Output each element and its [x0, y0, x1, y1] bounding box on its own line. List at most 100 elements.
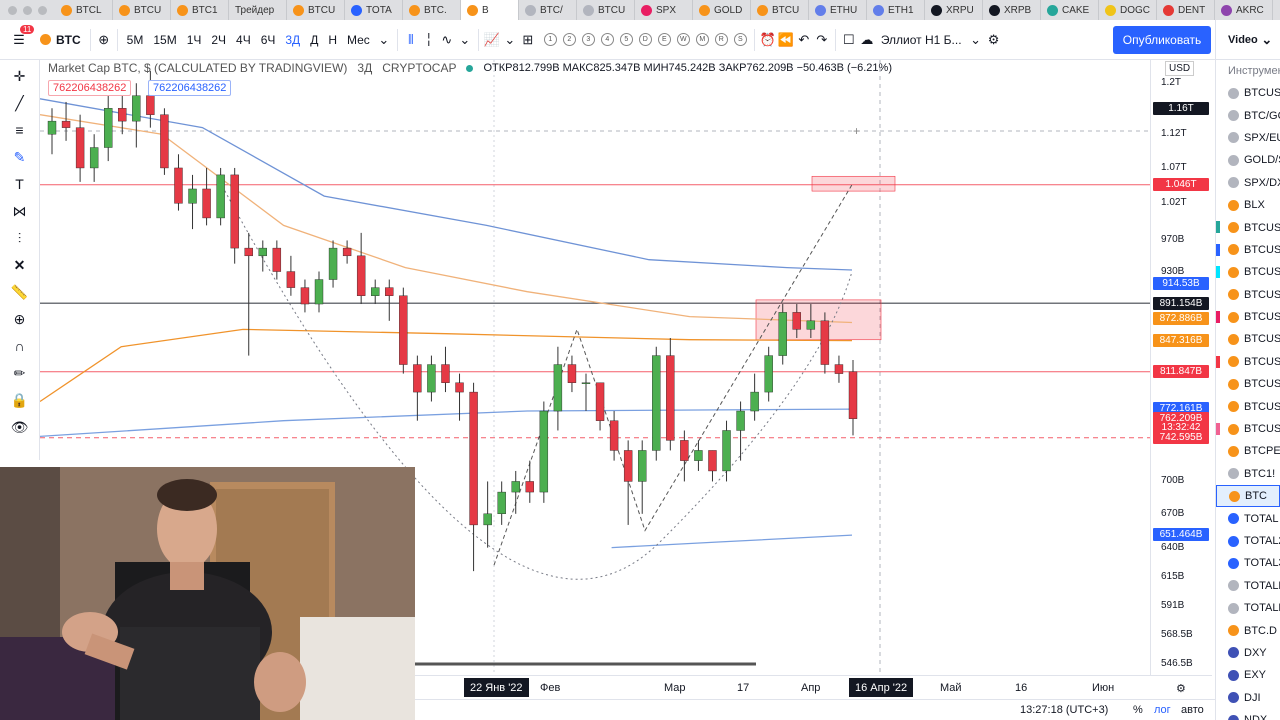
candle[interactable]	[623, 440, 633, 525]
browser-tab[interactable]: BTC.	[403, 0, 461, 20]
hotkey-circle-button[interactable]: S	[733, 33, 747, 46]
close-window-icon[interactable]	[8, 5, 17, 15]
browser-tab[interactable]: GOLD	[693, 0, 751, 20]
browser-tab[interactable]: BTCU	[287, 0, 345, 20]
watchlist-item[interactable]: BTC/GO	[1216, 104, 1280, 126]
browser-tab[interactable]: CAKE	[1041, 0, 1099, 20]
hotkey-circle-button[interactable]: E	[657, 33, 671, 46]
interval-button[interactable]: 2Ч	[206, 33, 231, 47]
flag-icon[interactable]	[1216, 243, 1220, 256]
candle[interactable]	[595, 382, 605, 431]
eye-icon[interactable]: 👁	[9, 417, 31, 437]
candle[interactable]	[216, 167, 225, 226]
candle[interactable]	[666, 338, 675, 451]
undo-icon[interactable]: ↶	[795, 31, 813, 49]
candle[interactable]	[272, 240, 282, 280]
layout-square-icon[interactable]: ☐	[840, 31, 858, 49]
interval-button[interactable]: Н	[323, 33, 342, 47]
price-label[interactable]: 847.316B	[1153, 333, 1209, 347]
menu-icon[interactable]: ☰ 11	[10, 24, 35, 49]
watchlist-item[interactable]: TOTAL3	[1216, 552, 1280, 574]
brush-icon[interactable]: ✎	[9, 147, 31, 167]
lock-icon[interactable]: 🔒	[9, 390, 31, 410]
interval-button[interactable]: 4Ч	[231, 33, 256, 47]
candle[interactable]	[469, 382, 478, 572]
candle[interactable]	[497, 481, 506, 525]
candle[interactable]	[539, 401, 549, 503]
candle[interactable]	[778, 304, 787, 365]
hotkey-circle-button[interactable]: 5	[619, 33, 633, 46]
watchlist-item[interactable]: SPX/EU	[1216, 127, 1280, 149]
replay-icon[interactable]: ⏪	[777, 31, 795, 49]
hotkey-circle-button[interactable]: 1	[543, 33, 557, 46]
candle[interactable]	[834, 355, 844, 383]
redo-icon[interactable]: ↷	[813, 31, 831, 49]
interval-button[interactable]: 6Ч	[256, 33, 281, 47]
watchlist-title[interactable]: Video	[1228, 34, 1258, 46]
watchlist-item[interactable]: NDX	[1216, 709, 1280, 720]
interval-button-active[interactable]: 3Д	[280, 33, 305, 47]
candle[interactable]	[328, 240, 338, 288]
candle[interactable]	[132, 83, 141, 148]
candle[interactable]	[314, 271, 324, 313]
browser-tab[interactable]: DENT	[1157, 0, 1215, 20]
browser-tab[interactable]: ETHU	[809, 0, 867, 20]
flag-icon[interactable]	[1216, 266, 1220, 279]
candle[interactable]	[638, 440, 647, 514]
currency-select[interactable]: USD	[1165, 61, 1195, 76]
candle[interactable]	[567, 355, 577, 393]
interval-button[interactable]: Мес	[342, 33, 375, 47]
maximize-window-icon[interactable]	[38, 5, 47, 15]
hotkey-circle-button[interactable]: 4	[600, 33, 614, 46]
candle[interactable]	[694, 440, 703, 471]
alert-icon[interactable]: ⏰	[759, 31, 777, 49]
candle[interactable]	[652, 346, 661, 461]
trend-line-icon[interactable]: ╱	[9, 93, 31, 113]
publish-button[interactable]: Опубликовать	[1113, 26, 1211, 54]
chevron-down-icon[interactable]: ⌄	[375, 31, 393, 49]
magnet-icon[interactable]: ∩	[9, 336, 31, 356]
watchlist-item[interactable]: TOTALD	[1216, 597, 1280, 619]
moving-average-blue-lower[interactable]	[611, 534, 853, 549]
close-icon[interactable]: ✕	[9, 255, 31, 275]
chevron-down-icon[interactable]: ⌄	[967, 31, 985, 49]
browser-tab[interactable]: ETH1	[867, 0, 925, 20]
candle[interactable]	[61, 101, 71, 141]
zoom-in-icon[interactable]: ⊕	[9, 309, 31, 329]
interval-button[interactable]: Д	[305, 33, 323, 47]
hotkey-circle-button[interactable]: D	[638, 33, 652, 46]
interval-button[interactable]: 1Ч	[182, 33, 207, 47]
flag-icon[interactable]	[1216, 221, 1220, 234]
watchlist-item[interactable]: BLX	[1216, 194, 1280, 216]
watchlist-item[interactable]: DXY	[1216, 642, 1280, 664]
watchlist-item[interactable]: BTCUS	[1216, 284, 1280, 306]
log-toggle[interactable]: лог	[1154, 704, 1171, 716]
axis-settings-gear-icon[interactable]: ⚙	[1176, 682, 1186, 695]
browser-tab[interactable]: BTCL	[55, 0, 113, 20]
candle[interactable]	[427, 355, 436, 402]
candle[interactable]	[160, 108, 169, 175]
watchlist-item[interactable]: GOLD/S	[1216, 149, 1280, 171]
watchlist-item[interactable]: SPX/DX	[1216, 172, 1280, 194]
compare-add-icon[interactable]: ⊕	[95, 31, 113, 49]
watchlist-item[interactable]: BTCUS	[1216, 216, 1280, 238]
candle[interactable]	[511, 470, 520, 514]
candle[interactable]	[258, 240, 267, 272]
browser-tab[interactable]: BTC1	[171, 0, 229, 20]
hotkey-circle-button[interactable]: 2	[562, 33, 576, 46]
price-axis[interactable]: 1.2T 1.12T 1.07T 1.02T 970B 930B 700B 670B 640B 6…	[1150, 60, 1212, 675]
browser-tab[interactable]: BTCU	[577, 0, 635, 20]
horizontal-lines-icon[interactable]: ≡	[9, 120, 31, 140]
candle[interactable]	[104, 95, 113, 162]
browser-tab[interactable]: DOGC	[1099, 0, 1157, 20]
watchlist-item[interactable]: BTCUS	[1216, 395, 1280, 417]
candles-icon[interactable]: ╎	[420, 31, 438, 49]
templates-icon[interactable]: ⊞	[519, 31, 537, 49]
candle[interactable]	[750, 373, 759, 421]
target-zone[interactable]	[811, 175, 896, 192]
price-label[interactable]: 811.847B	[1153, 365, 1209, 379]
candle[interactable]	[300, 279, 310, 313]
minimize-window-icon[interactable]	[23, 5, 32, 15]
candle[interactable]	[722, 420, 731, 482]
price-label[interactable]: 872.886B	[1153, 311, 1209, 325]
